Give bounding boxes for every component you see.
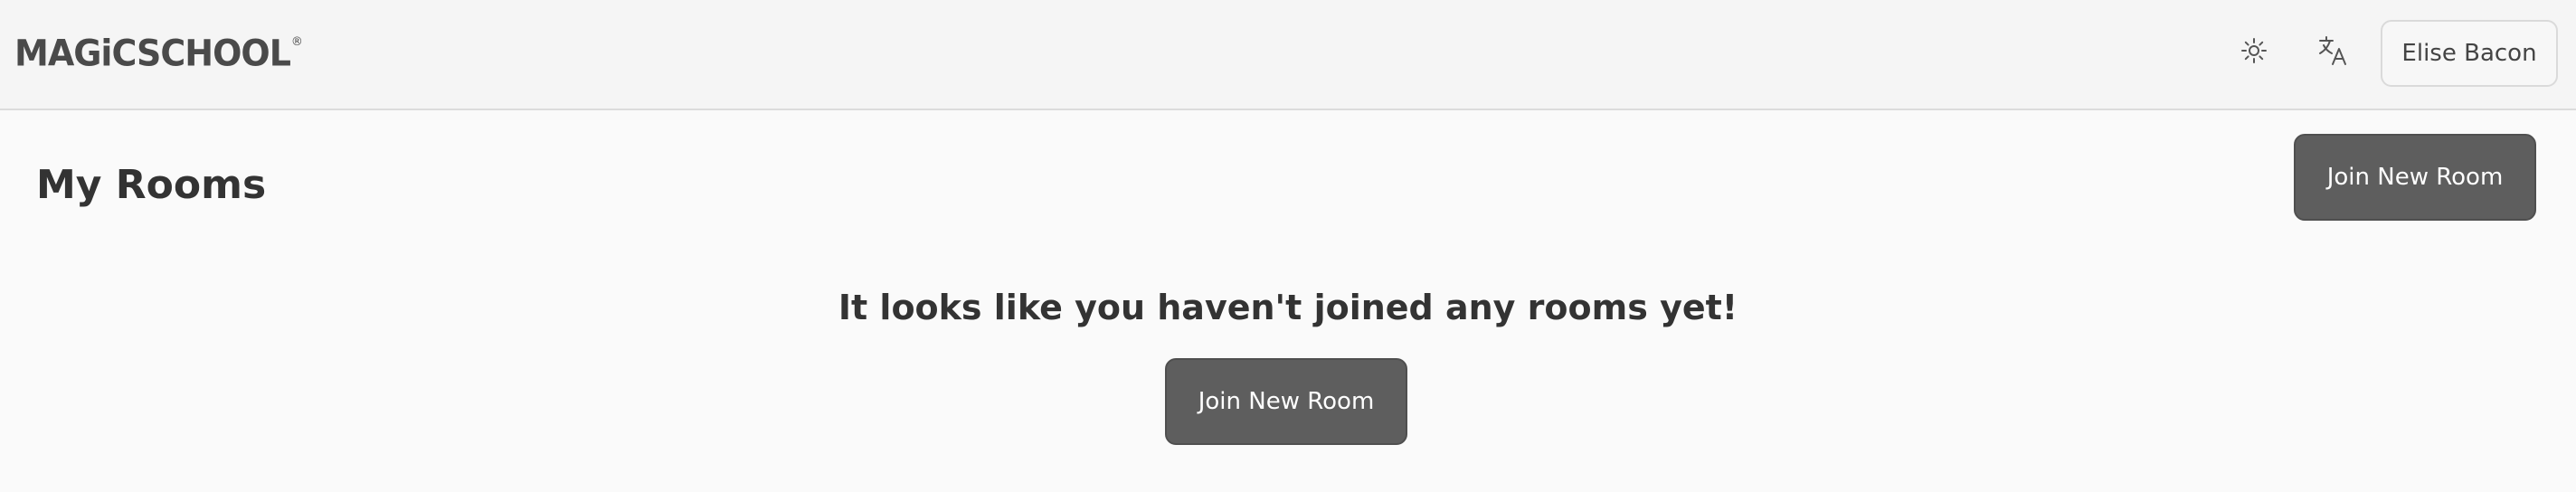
logo-registered-mark: ®: [290, 35, 303, 49]
translate-icon: [2317, 34, 2350, 71]
join-new-room-button[interactable]: Join New Room: [2294, 134, 2536, 221]
sun-icon: [2240, 36, 2268, 69]
language-button[interactable]: [2306, 25, 2361, 80]
empty-state-message: It looks like you haven't joined any roo…: [838, 288, 1738, 327]
top-navigation-bar: MAGiCSCHOOL ® Elise Bacon: [0, 0, 2576, 110]
theme-toggle-button[interactable]: [2227, 25, 2281, 80]
user-menu-button[interactable]: Elise Bacon: [2381, 20, 2558, 87]
empty-state-join-room-button[interactable]: Join New Room: [1165, 358, 1407, 445]
magicschool-logo[interactable]: MAGiCSCHOOL ®: [14, 33, 303, 74]
page-title: My Rooms: [36, 162, 267, 208]
logo-text: MAGiCSCHOOL: [14, 32, 291, 75]
